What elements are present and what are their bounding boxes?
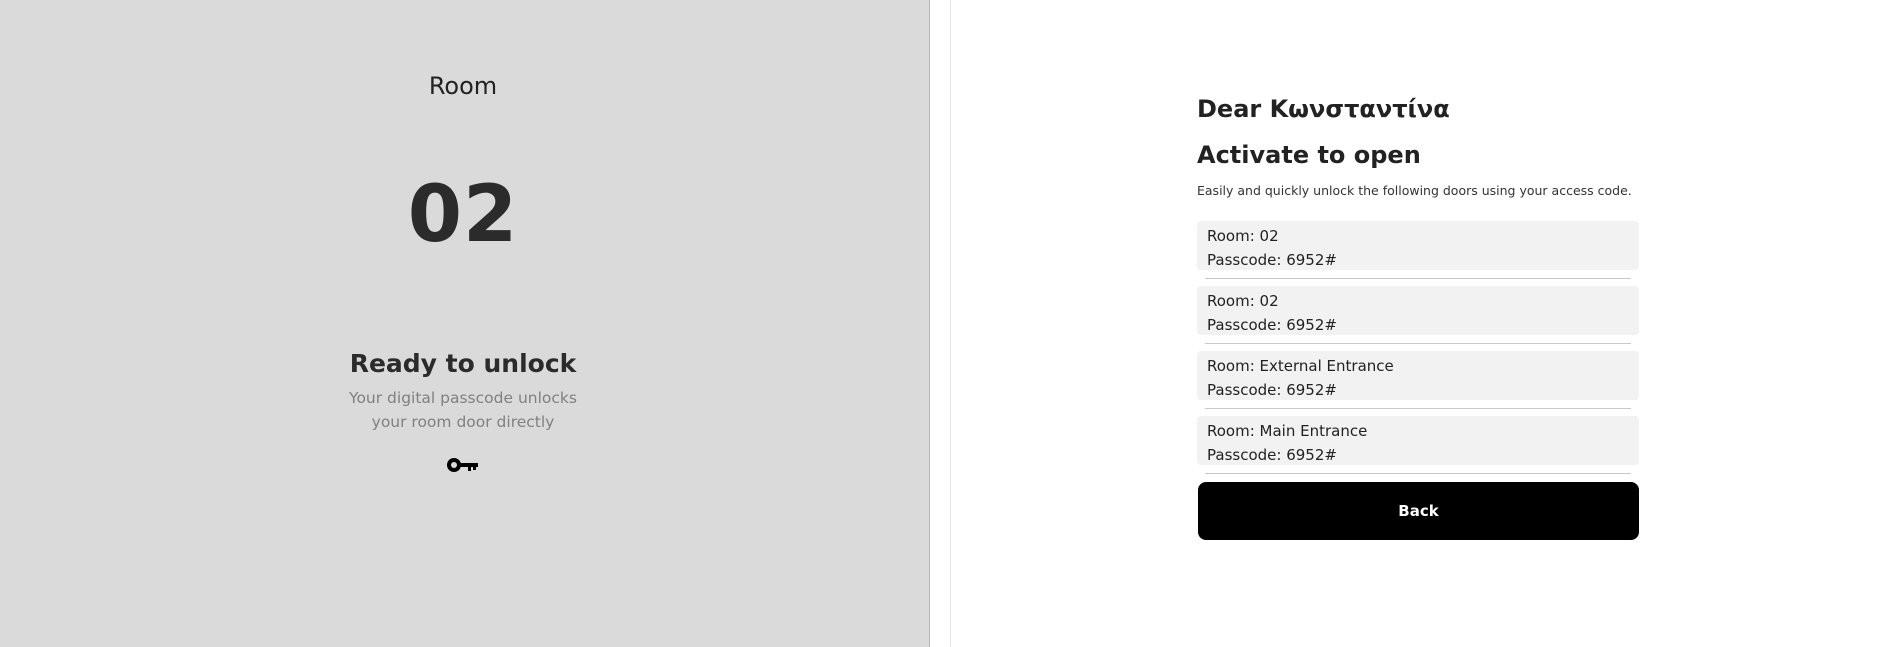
door-item: Room: Main Entrance Passcode: 6952#: [1197, 416, 1639, 474]
door-passcode: Passcode: 6952#: [1207, 381, 1337, 399]
room-status-panel: Room 02 Ready to unlock Your digital pas…: [0, 0, 930, 647]
greeting: Dear Κωνσταντίνα: [1197, 95, 1450, 123]
door-room: Room: 02: [1207, 292, 1279, 310]
door-passcode: Passcode: 6952#: [1207, 316, 1337, 334]
door-passcode: Passcode: 6952#: [1207, 251, 1337, 269]
room-label: Room: [428, 72, 498, 100]
panel-divider: [931, 0, 951, 647]
page-title: Activate to open: [1197, 141, 1421, 169]
instructions-text: Easily and quickly unlock the following …: [1197, 183, 1632, 198]
door-room: Room: External Entrance: [1207, 357, 1394, 375]
door-passcode: Passcode: 6952#: [1207, 446, 1337, 464]
back-button[interactable]: Back: [1198, 482, 1639, 540]
status-title: Ready to unlock: [349, 349, 577, 378]
status-description: Your digital passcode unlocks your room …: [349, 389, 577, 431]
door-room: Room: 02: [1207, 227, 1279, 245]
key-icon: [447, 458, 478, 472]
door-list: Room: 02 Passcode: 6952# Room: 02 Passco…: [1197, 221, 1639, 481]
door-room: Room: Main Entrance: [1207, 422, 1368, 440]
door-item: Room: 02 Passcode: 6952#: [1197, 221, 1639, 279]
door-item: Room: External Entrance Passcode: 6952#: [1197, 351, 1639, 409]
door-item: Room: 02 Passcode: 6952#: [1197, 286, 1639, 344]
room-number: 02: [407, 170, 519, 260]
